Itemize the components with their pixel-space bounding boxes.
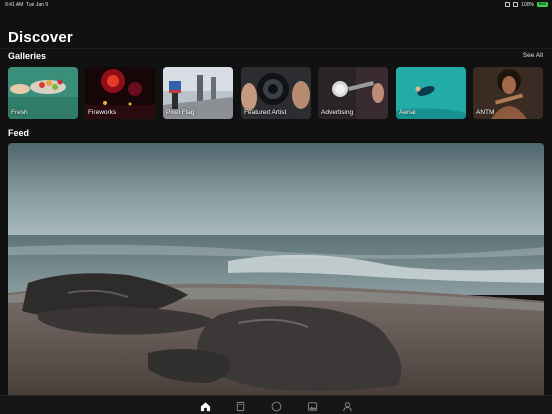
person-icon: [342, 401, 352, 411]
tab-profile[interactable]: [340, 399, 354, 413]
tab-home[interactable]: [198, 399, 212, 413]
battery-icon: ENG: [537, 2, 548, 7]
gallery-card-pixel-flag[interactable]: Pixel Flag: [163, 67, 233, 119]
gallery-label: Featured Artist: [244, 109, 287, 116]
see-all-link[interactable]: See All: [523, 52, 543, 59]
gallery-card-aerial[interactable]: Aerial: [396, 67, 466, 119]
title-divider: [0, 48, 552, 49]
status-indicators: 100% ENG: [505, 2, 548, 8]
status-time: 9:41 AM: [5, 2, 24, 8]
tab-bar: [0, 395, 552, 414]
tab-library[interactable]: [233, 399, 247, 413]
gallery-card-fresh[interactable]: Fresh: [8, 67, 78, 119]
wifi-icon: [513, 2, 519, 7]
tab-photos[interactable]: [305, 399, 319, 413]
book-icon: [236, 401, 244, 411]
status-bar: 9:41 AM Tue Jan 9 100% ENG: [0, 0, 552, 10]
feed-photo-image: [8, 143, 544, 395]
tab-capture[interactable]: [269, 399, 283, 413]
feed-photo[interactable]: [8, 143, 544, 395]
galleries-heading: Galleries: [8, 51, 47, 61]
circle-icon: [271, 401, 281, 411]
home-icon: [200, 401, 210, 411]
gallery-label: Fresh: [11, 109, 28, 116]
gallery-label: Fireworks: [88, 109, 117, 116]
signal-icon: [505, 2, 511, 7]
gallery-card-fireworks[interactable]: Fireworks: [85, 67, 155, 119]
battery-percent: 100%: [521, 1, 534, 8]
gallery-label: Advertising: [321, 109, 354, 116]
page-title: Discover: [8, 29, 73, 46]
photos-icon: [307, 401, 317, 411]
gallery-label: Pixel Flag: [166, 109, 195, 116]
gallery-card-featured-artist[interactable]: Featured Artist: [241, 67, 311, 119]
gallery-card-advertising[interactable]: Advertising: [318, 67, 388, 119]
gallery-card-antm[interactable]: ANTM: [473, 67, 543, 119]
gallery-label: Aerial: [399, 109, 416, 116]
status-date: Tue Jan 9: [26, 2, 49, 8]
gallery-strip[interactable]: Fresh Fireworks Pixel Flag Featured Arti…: [8, 67, 552, 119]
gallery-label: ANTM: [476, 109, 495, 116]
feed-heading: Feed: [8, 128, 30, 138]
